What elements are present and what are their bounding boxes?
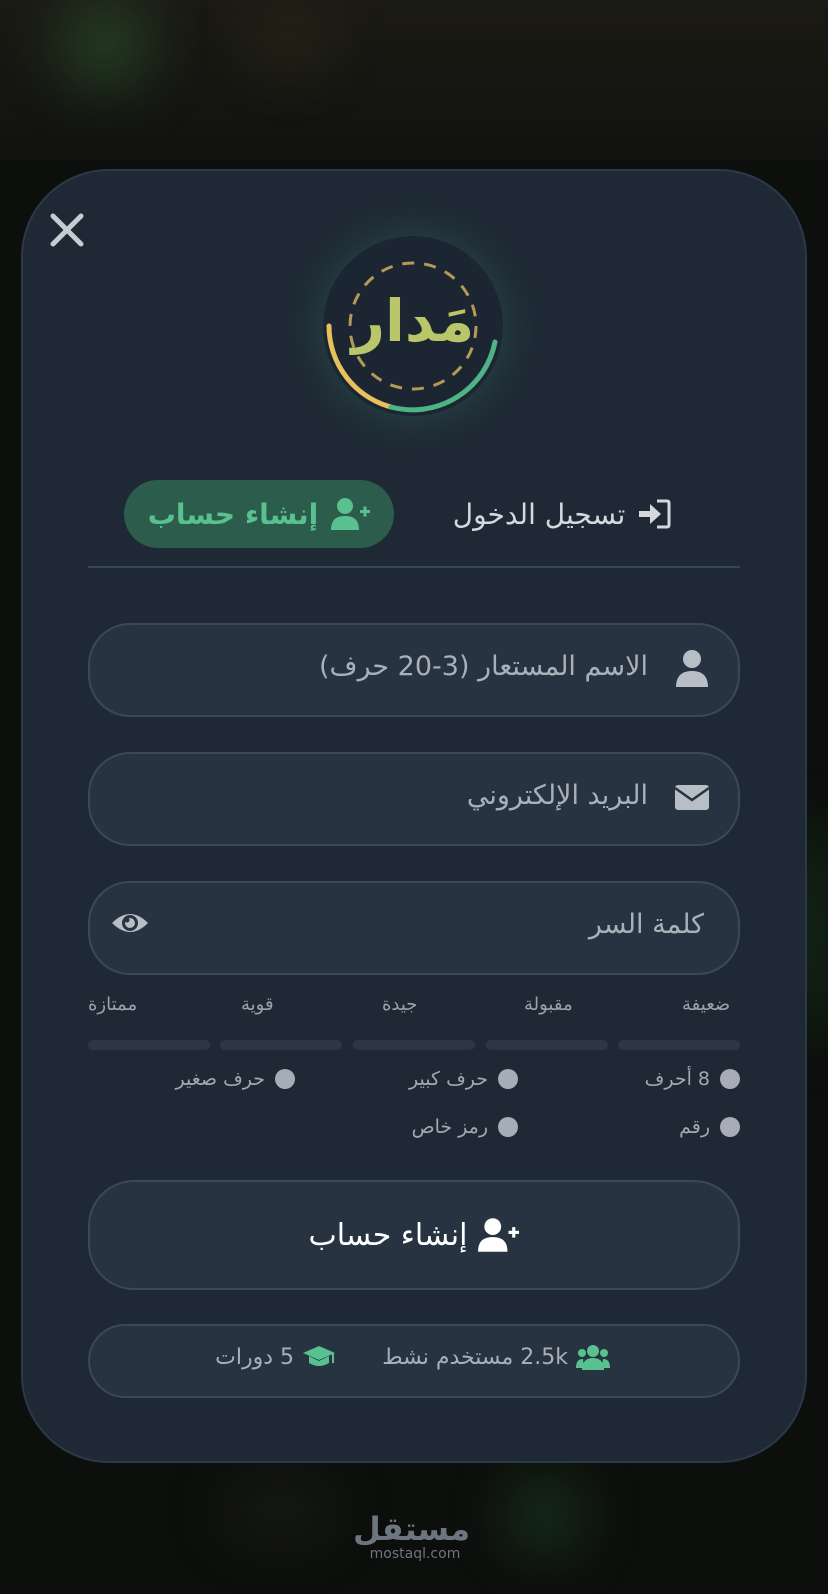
- app-logo: مَدار: [323, 236, 503, 416]
- courses-text: 5 دورات: [215, 1344, 294, 1370]
- requirement-lowercase: حرف صغير: [176, 1068, 295, 1090]
- password-strength-meter: [88, 1040, 740, 1052]
- requirement-dot: [498, 1069, 518, 1089]
- user-icon: [676, 650, 708, 687]
- envelope-icon: [674, 785, 710, 810]
- background-glow: [220, 1480, 340, 1540]
- background-glow: [60, 0, 150, 90]
- eye-icon[interactable]: [110, 903, 150, 943]
- active-users-stat: 2.5k مستخدم نشط: [382, 1344, 610, 1370]
- requirement-special: رمز خاص: [412, 1116, 518, 1138]
- strength-label-excellent: ممتازة: [88, 994, 138, 1015]
- background-glow: [510, 1480, 580, 1550]
- requirement-label: 8 أحرف: [644, 1068, 710, 1090]
- strength-bar: [618, 1040, 740, 1050]
- requirement-dot: [275, 1069, 295, 1089]
- username-field[interactable]: الاسم المستعار (3-20 حرف): [88, 623, 740, 717]
- password-placeholder: كلمة السر: [588, 909, 704, 940]
- requirement-dot: [720, 1069, 740, 1089]
- close-icon: [50, 213, 84, 247]
- requirement-dot: [720, 1117, 740, 1137]
- auth-tabs: إنشاء حساب تسجيل الدخول: [88, 480, 740, 568]
- tab-login-label: تسجيل الدخول: [452, 497, 626, 531]
- tab-login[interactable]: تسجيل الدخول: [438, 480, 686, 548]
- sign-in-icon: [639, 499, 671, 529]
- tab-register-label: إنشاء حساب: [147, 497, 319, 531]
- requirement-number: رقم: [679, 1116, 740, 1138]
- password-strength-labels: ضعيفة مقبولة جيدة قوية ممتازة: [88, 994, 740, 1024]
- requirement-label: رقم: [679, 1116, 710, 1138]
- requirement-uppercase: حرف كبير: [409, 1068, 518, 1090]
- strength-bar: [88, 1040, 210, 1050]
- strength-bar: [220, 1040, 342, 1050]
- strength-label-acceptable: مقبولة: [524, 994, 573, 1015]
- strength-bar: [486, 1040, 608, 1050]
- strength-label-good: جيدة: [382, 994, 418, 1015]
- strength-bar: [353, 1040, 475, 1050]
- mostaql-watermark: مستقل mostaql.com: [352, 1510, 470, 1562]
- requirement-label: حرف صغير: [175, 1068, 265, 1090]
- requirement-label: رمز خاص: [411, 1116, 488, 1138]
- active-users-text: 2.5k مستخدم نشط: [382, 1344, 568, 1370]
- create-account-label: إنشاء حساب: [308, 1217, 468, 1253]
- strength-label-strong: قوية: [241, 994, 274, 1015]
- username-placeholder: الاسم المستعار (3-20 حرف): [318, 651, 648, 682]
- courses-stat: 5 دورات: [215, 1344, 336, 1370]
- close-button[interactable]: [47, 210, 87, 250]
- graduation-cap-icon: [303, 1346, 335, 1366]
- user-plus-icon: [331, 498, 371, 530]
- user-plus-icon: [478, 1218, 520, 1252]
- password-field[interactable]: كلمة السر: [88, 881, 740, 975]
- background-glow: [250, 10, 330, 70]
- users-icon: [576, 1345, 610, 1370]
- create-account-button[interactable]: إنشاء حساب: [88, 1180, 740, 1290]
- strength-label-weak: ضعيفة: [682, 994, 731, 1015]
- requirement-length: 8 أحرف: [645, 1068, 740, 1090]
- logo-text: مَدار: [351, 287, 475, 355]
- requirement-label: حرف كبير: [409, 1068, 488, 1090]
- watermark-arabic: مستقل: [352, 1510, 470, 1548]
- watermark-url: mostaql.com: [369, 1546, 461, 1562]
- email-field[interactable]: البريد الإلكتروني: [88, 752, 740, 846]
- email-placeholder: البريد الإلكتروني: [466, 780, 648, 811]
- requirement-dot: [498, 1117, 518, 1137]
- stats-bar: 2.5k مستخدم نشط 5 دورات: [88, 1324, 740, 1398]
- tab-register[interactable]: إنشاء حساب: [124, 480, 394, 548]
